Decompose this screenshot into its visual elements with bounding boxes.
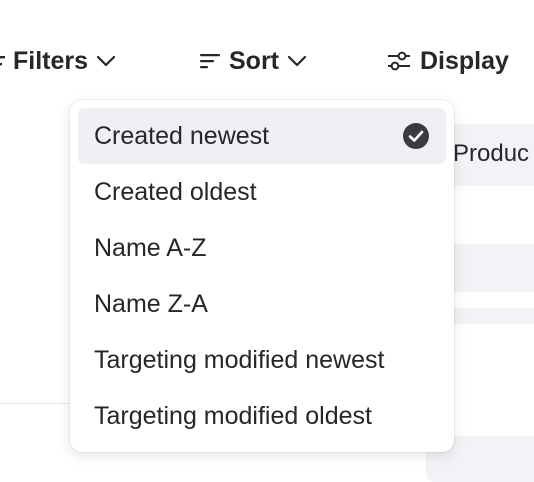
background-row — [450, 244, 534, 292]
check-circle-icon — [402, 122, 430, 150]
sort-lines-icon — [199, 51, 221, 71]
sort-dropdown-menu: Created newest Created oldest Name A-Z N… — [70, 100, 454, 452]
background-tab-label: Produc — [453, 140, 530, 167]
sort-option-targeting-modified-newest[interactable]: Targeting modified newest — [78, 332, 446, 388]
sort-option-targeting-modified-oldest[interactable]: Targeting modified oldest — [78, 388, 446, 444]
filters-label: Filters — [13, 46, 89, 75]
sort-label: Sort — [229, 46, 279, 75]
sort-option-label: Targeting modified newest — [94, 345, 385, 374]
sort-option-label: Created oldest — [94, 177, 257, 206]
filter-icon — [0, 51, 5, 71]
sort-option-label: Name Z-A — [94, 289, 208, 318]
sliders-icon — [386, 50, 412, 72]
display-label: Display — [420, 46, 509, 75]
sort-option-created-newest[interactable]: Created newest — [78, 108, 446, 164]
filters-button[interactable]: Filters — [0, 42, 116, 80]
sort-option-created-oldest[interactable]: Created oldest — [78, 164, 446, 220]
sort-option-name-a-z[interactable]: Name A-Z — [78, 220, 446, 276]
chevron-down-icon — [96, 54, 116, 68]
chevron-down-icon — [287, 54, 307, 68]
page: Filters Sort Display Produc Created newe… — [0, 0, 534, 482]
divider — [0, 403, 80, 404]
sort-option-name-z-a[interactable]: Name Z-A — [78, 276, 446, 332]
display-button[interactable]: Display — [386, 42, 509, 80]
background-row — [450, 308, 534, 324]
sort-option-label: Targeting modified oldest — [94, 401, 372, 430]
sort-option-label: Created newest — [94, 121, 270, 150]
sort-option-label: Name A-Z — [94, 233, 207, 262]
sort-button[interactable]: Sort — [199, 42, 307, 80]
